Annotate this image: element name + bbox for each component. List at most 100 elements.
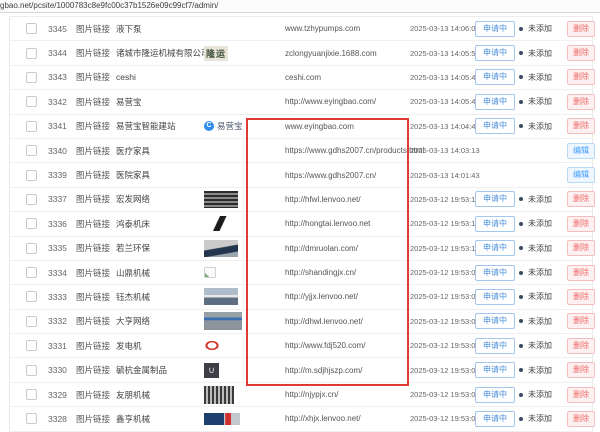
photo-ruolan-thumbnail xyxy=(204,240,238,257)
delete-button[interactable]: 删除 xyxy=(567,118,595,134)
not-added-label: 未添加 xyxy=(528,340,552,351)
row-url: http://www.eyingbao.com/ xyxy=(256,97,410,106)
row-checkbox[interactable] xyxy=(26,291,37,302)
row-checkbox[interactable] xyxy=(26,316,37,327)
longyun-logo-thumbnail: 隆运 xyxy=(204,46,228,61)
row-timestamp: 2025-03-12 19:53:13 xyxy=(410,219,475,228)
delete-button[interactable]: 删除 xyxy=(567,240,595,256)
row-checkbox[interactable] xyxy=(26,243,37,254)
row-timestamp: 2025-03-12 19:53:07 xyxy=(410,317,475,326)
status-dot-icon xyxy=(519,124,523,128)
status-applying-button[interactable]: 申请中 xyxy=(475,411,515,427)
delete-button[interactable]: 删除 xyxy=(567,21,595,37)
row-name: 医疗家具 xyxy=(116,145,204,157)
row-timestamp: 2025-03-13 14:05:45 xyxy=(410,97,475,106)
row-id: 3342 xyxy=(48,97,76,107)
row-timestamp: 2025-03-12 19:53:15 xyxy=(410,195,475,204)
row-timestamp: 2025-03-12 19:53:02 xyxy=(410,390,475,399)
status-applying-button[interactable]: 申请中 xyxy=(475,21,515,37)
status-applying-button[interactable]: 申请中 xyxy=(475,94,515,110)
not-added-label: 未添加 xyxy=(528,389,552,400)
edit-button[interactable]: 编辑 xyxy=(567,143,595,159)
row-timestamp: 2025-03-13 14:01:43 xyxy=(410,171,475,180)
status-applying-button[interactable]: 申请中 xyxy=(475,118,515,134)
status-applying-button[interactable]: 申请中 xyxy=(475,69,515,85)
row-id: 3339 xyxy=(48,170,76,180)
status-applying-button[interactable]: 申请中 xyxy=(475,45,515,61)
status-applying-button[interactable]: 申请中 xyxy=(475,191,515,207)
status-dot-icon xyxy=(519,51,523,55)
table-row: 3339 图片链接 医院家具 https://www.gdhs2007.cn/ … xyxy=(10,163,592,187)
row-checkbox[interactable] xyxy=(26,170,37,181)
status-applying-button[interactable]: 申请中 xyxy=(475,265,515,281)
not-added-label: 未添加 xyxy=(528,48,552,59)
status-applying-button[interactable]: 申请中 xyxy=(475,338,515,354)
row-checkbox[interactable] xyxy=(26,48,37,59)
row-checkbox[interactable] xyxy=(26,365,37,376)
row-timestamp: 2025-03-13 14:05:51 xyxy=(410,49,475,58)
eyingbao-logo-thumbnail: 易营宝 xyxy=(204,120,243,132)
not-added-label: 未添加 xyxy=(528,218,552,229)
row-checkbox[interactable] xyxy=(26,23,37,34)
delete-button[interactable]: 删除 xyxy=(567,94,595,110)
row-checkbox[interactable] xyxy=(26,340,37,351)
row-type-label: 图片链接 xyxy=(76,23,116,35)
row-checkbox[interactable] xyxy=(26,145,37,156)
row-url: http://m.sdjhjszp.com/ xyxy=(256,366,410,375)
delete-button[interactable]: 删除 xyxy=(567,313,595,329)
dark-stripes-thumbnail xyxy=(204,191,238,208)
status-applying-button[interactable]: 申请中 xyxy=(475,387,515,403)
delete-button[interactable]: 删除 xyxy=(567,387,595,403)
status-dot-icon xyxy=(519,100,523,104)
delete-button[interactable]: 删除 xyxy=(567,45,595,61)
row-id: 3341 xyxy=(48,121,76,131)
row-checkbox[interactable] xyxy=(26,194,37,205)
row-id: 3336 xyxy=(48,219,76,229)
status-dot-icon xyxy=(519,393,523,397)
delete-button[interactable]: 删除 xyxy=(567,411,595,427)
not-added-label: 未添加 xyxy=(528,291,552,302)
table-row: 3340 图片链接 医疗家具 https://www.gdhs2007.cn/p… xyxy=(10,139,592,163)
row-checkbox[interactable] xyxy=(26,218,37,229)
row-timestamp: 2025-03-13 14:05:48 xyxy=(410,73,475,82)
browser-address-bar[interactable]: gbao.net/pcsite/1000783c8e9fc00c37b1526e… xyxy=(0,0,600,13)
table-row: 3329 图片链接 友朋机械 http://njypjx.cn/ 2025-03… xyxy=(10,383,592,407)
delete-button[interactable]: 删除 xyxy=(567,216,595,232)
row-checkbox[interactable] xyxy=(26,389,37,400)
table-row: 3332 图片链接 大亨网络 http://dhwl.lenvoo.net/ 2… xyxy=(10,310,592,334)
row-checkbox[interactable] xyxy=(26,121,37,132)
status-applying-button[interactable]: 申请中 xyxy=(475,313,515,329)
status-applying-button[interactable]: 申请中 xyxy=(475,216,515,232)
row-name: 大亨网络 xyxy=(116,315,204,327)
red-logo-thumbnail xyxy=(204,340,220,351)
row-url: http://www.fdj520.com/ xyxy=(256,341,410,350)
row-id: 3332 xyxy=(48,316,76,326)
delete-button[interactable]: 删除 xyxy=(567,338,595,354)
delete-button[interactable]: 删除 xyxy=(567,69,595,85)
row-checkbox[interactable] xyxy=(26,72,37,83)
row-name: 毓杭金属制品 xyxy=(116,364,204,376)
table-row: 3342 图片链接 易营宝 http://www.eyingbao.com/ 2… xyxy=(10,90,592,114)
table-row: 3341 图片链接 易营宝智能建站 易营宝 www.eyingbao.com 2… xyxy=(10,115,592,139)
row-checkbox[interactable] xyxy=(26,96,37,107)
delete-button[interactable]: 删除 xyxy=(567,362,595,378)
row-name: 友朋机械 xyxy=(116,389,204,401)
status-applying-button[interactable]: 申请中 xyxy=(475,240,515,256)
delete-button[interactable]: 删除 xyxy=(567,289,595,305)
status-applying-button[interactable]: 申请中 xyxy=(475,362,515,378)
row-type-label: 图片链接 xyxy=(76,389,116,401)
status-dot-icon xyxy=(519,295,523,299)
row-checkbox[interactable] xyxy=(26,267,37,278)
row-type-label: 图片链接 xyxy=(76,47,116,59)
row-url: https://www.gdhs2007.cn/products.html xyxy=(256,146,410,155)
status-dot-icon xyxy=(519,344,523,348)
delete-button[interactable]: 删除 xyxy=(567,265,595,281)
edit-button[interactable]: 编辑 xyxy=(567,167,595,183)
pump-photo-thumbnail xyxy=(204,413,240,425)
delete-button[interactable]: 删除 xyxy=(567,191,595,207)
row-timestamp: 2025-03-12 19:53:03 xyxy=(410,366,475,375)
row-type-label: 图片链接 xyxy=(76,413,116,425)
row-url: www.tzhypumps.com xyxy=(256,24,410,33)
status-applying-button[interactable]: 申请中 xyxy=(475,289,515,305)
not-added-label: 未添加 xyxy=(528,23,552,34)
